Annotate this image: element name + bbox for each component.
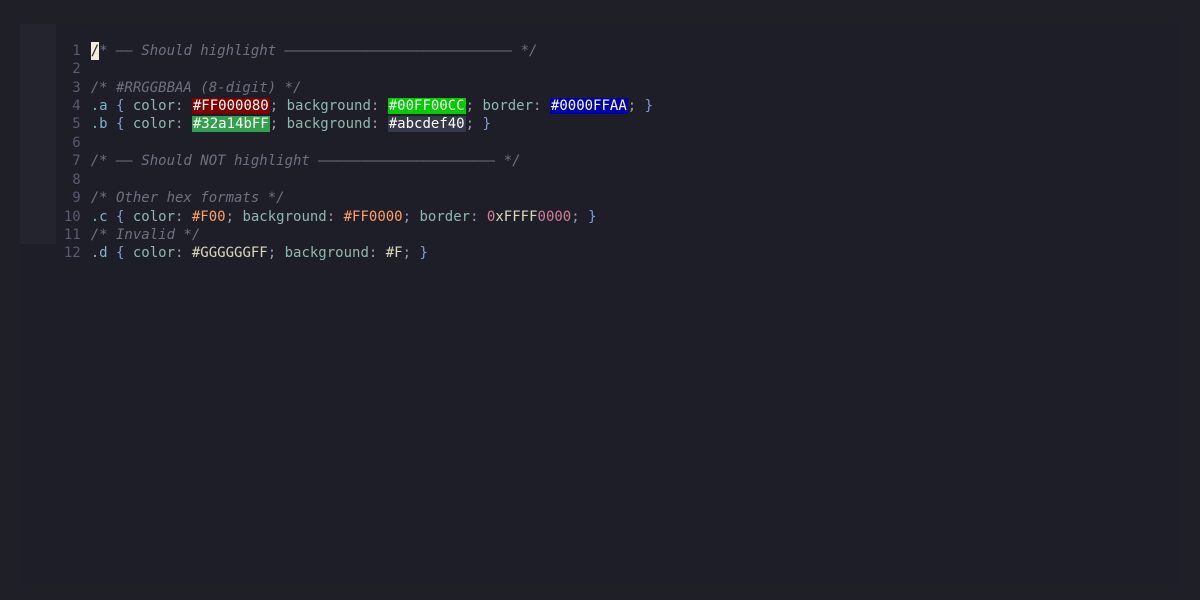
- comment: /* —— Should NOT highlight —————————————…: [90, 153, 521, 169]
- css-property: color: [124, 116, 176, 132]
- code-line-11[interactable]: 11/* Invalid */: [20, 208, 200, 243]
- color-swatch-value: #abcdef40: [387, 116, 466, 132]
- close-brace: }: [644, 98, 654, 114]
- close-brace: }: [419, 245, 428, 261]
- close-brace: }: [482, 116, 491, 132]
- code-line-9[interactable]: 9/* Other hex formats */: [20, 171, 284, 206]
- colon: :: [470, 209, 487, 225]
- code-line-5[interactable]: 5 .b { color: #32a14bFF; background: #abc…: [20, 97, 491, 132]
- hex-value: #FF0000: [343, 209, 403, 225]
- semicolon: ;: [267, 245, 285, 261]
- css-property: background: [242, 209, 327, 225]
- semicolon: ;: [627, 98, 645, 114]
- code-line-4[interactable]: 4 .a { color: #FF000080; background: #00F…: [20, 79, 653, 114]
- css-property: background: [286, 116, 371, 132]
- close-brace: }: [588, 209, 597, 225]
- code-line-2[interactable]: 2: [20, 42, 91, 77]
- color-swatch-value: #32a14bFF: [191, 116, 270, 132]
- semicolon: ;: [465, 116, 483, 132]
- code-line-8[interactable]: 8: [20, 153, 91, 188]
- css-property: border: [419, 209, 471, 225]
- code-editor[interactable]: 1/* —— Should highlight ————————————————…: [20, 24, 1180, 584]
- colon: :: [326, 209, 344, 225]
- css-selector: .b: [90, 116, 108, 132]
- colon: :: [533, 98, 550, 114]
- text-cursor: /: [90, 42, 100, 60]
- semicolon: ;: [571, 209, 589, 225]
- css-property: background: [284, 245, 369, 261]
- code-line-7[interactable]: 7/* —— Should NOT highlight ————————————…: [20, 134, 520, 169]
- color-swatch-value: #0000FFAA: [549, 98, 628, 114]
- open-brace: {: [107, 116, 125, 132]
- semicolon: ;: [402, 209, 420, 225]
- semicolon: ;: [225, 209, 243, 225]
- colon: :: [370, 116, 388, 132]
- line-number: 12: [63, 245, 81, 261]
- colon: :: [368, 245, 386, 261]
- css-selector: .d: [90, 245, 108, 261]
- invalid-hex-value: #F: [385, 245, 403, 261]
- hex-literal-tail: 0000: [537, 209, 572, 225]
- colon: :: [175, 245, 192, 261]
- open-brace: {: [107, 245, 125, 261]
- invalid-hex-value: #GGGGGGFF: [191, 245, 268, 261]
- code-line-10[interactable]: 10 .c { color: #F00; background: #FF0000;…: [20, 190, 597, 225]
- code-line-12[interactable]: 12 .d { color: #GGGGGGFF; background: #F;…: [20, 226, 428, 261]
- hex-literal: xFFFF: [495, 209, 538, 225]
- comment: * —— Should highlight ——————————————————…: [99, 43, 538, 59]
- css-property: color: [124, 245, 176, 261]
- code-line-6[interactable]: 6: [20, 116, 91, 151]
- code-line-3[interactable]: 3/* #RRGGBBAA (8-digit) */: [20, 61, 301, 96]
- semicolon: ;: [402, 245, 420, 261]
- colon: :: [175, 116, 192, 132]
- semicolon: ;: [269, 116, 287, 132]
- code-line-1[interactable]: 1/* —— Should highlight ————————————————…: [20, 24, 537, 60]
